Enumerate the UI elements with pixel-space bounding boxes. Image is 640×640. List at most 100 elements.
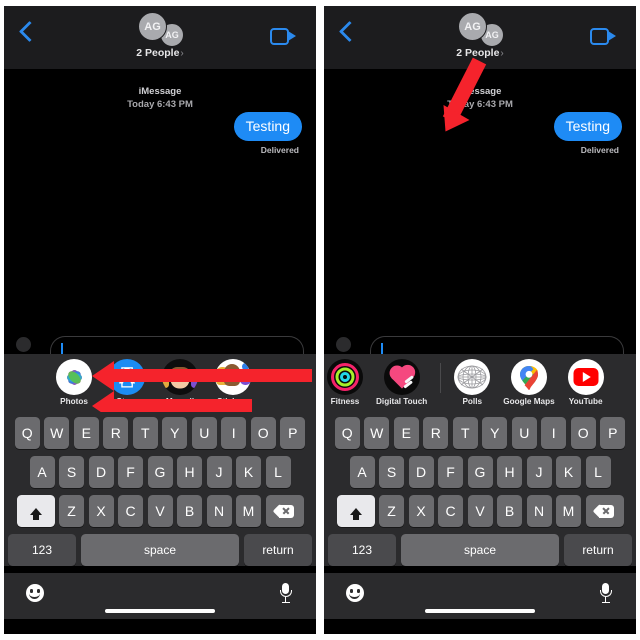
key-e[interactable]: E: [393, 417, 419, 449]
space-key[interactable]: space: [401, 534, 559, 566]
key-h[interactable]: H: [497, 456, 522, 488]
key-r[interactable]: R: [423, 417, 449, 449]
key-w[interactable]: W: [364, 417, 390, 449]
key-i[interactable]: I: [541, 417, 567, 449]
key-a[interactable]: A: [29, 456, 55, 488]
key-l[interactable]: L: [585, 456, 611, 488]
app-item-google-maps[interactable]: Google Maps: [503, 359, 555, 406]
participant-avatars[interactable]: AG AG: [324, 10, 636, 47]
key-x[interactable]: X: [88, 495, 114, 527]
key-u[interactable]: U: [191, 417, 217, 449]
return-key[interactable]: return: [244, 534, 312, 566]
key-m[interactable]: M: [556, 495, 581, 527]
app-label: YouTube: [568, 397, 603, 406]
compose-field[interactable]: [50, 336, 304, 354]
key-e[interactable]: E: [73, 417, 99, 449]
app-strip: Fitness Digital Touch Polls Google Maps …: [324, 354, 636, 412]
key-j[interactable]: J: [206, 456, 232, 488]
app-label: Fitness: [330, 397, 360, 406]
keyboard-row-4: 123 space return: [326, 534, 634, 566]
participant-avatars[interactable]: AG AG: [4, 10, 316, 47]
key-g[interactable]: G: [147, 456, 173, 488]
imessage-app-drawer[interactable]: Fitness Digital Touch Polls Google Maps …: [324, 354, 636, 412]
key-a[interactable]: A: [349, 456, 375, 488]
plus-apps-icon[interactable]: [336, 337, 351, 352]
youtube-icon: [567, 359, 604, 395]
key-i[interactable]: I: [221, 417, 247, 449]
backspace-delete-icon: [273, 504, 294, 518]
app-item-photos[interactable]: Photos: [56, 359, 92, 406]
key-f[interactable]: F: [118, 456, 143, 488]
numbers-key[interactable]: 123: [328, 534, 396, 566]
shift-key[interactable]: [336, 495, 375, 527]
key-s[interactable]: S: [379, 456, 404, 488]
key-o[interactable]: O: [570, 417, 596, 449]
delete-key[interactable]: [585, 495, 624, 527]
shift-key[interactable]: [16, 495, 55, 527]
key-w[interactable]: W: [44, 417, 70, 449]
microphone-icon[interactable]: [599, 583, 612, 604]
key-g[interactable]: G: [467, 456, 493, 488]
message-bubble[interactable]: Testing: [233, 112, 307, 141]
app-item-digital-touch[interactable]: Digital Touch: [376, 359, 427, 406]
participants-label-row[interactable]: 2 People›: [4, 47, 316, 59]
emoji-smiley-icon[interactable]: [346, 584, 364, 602]
key-d[interactable]: D: [88, 456, 114, 488]
key-v[interactable]: V: [467, 495, 493, 527]
key-m[interactable]: M: [236, 495, 261, 527]
on-screen-keyboard[interactable]: Q W E R T Y U I O P A S D F G H J K L Z …: [4, 412, 316, 566]
plus-apps-icon[interactable]: [16, 337, 31, 352]
key-z[interactable]: Z: [379, 495, 404, 527]
text-caret: [381, 343, 383, 354]
app-item-youtube[interactable]: YouTube: [567, 359, 604, 406]
key-f[interactable]: F: [438, 456, 463, 488]
key-q[interactable]: Q: [14, 417, 40, 449]
participants-label-row[interactable]: 2 People›: [324, 47, 636, 59]
app-item-polls[interactable]: Polls: [454, 359, 491, 406]
key-u[interactable]: U: [511, 417, 537, 449]
key-j[interactable]: J: [526, 456, 552, 488]
key-r[interactable]: R: [103, 417, 129, 449]
key-p[interactable]: P: [280, 417, 306, 449]
key-s[interactable]: S: [59, 456, 84, 488]
key-x[interactable]: X: [408, 495, 434, 527]
key-v[interactable]: V: [147, 495, 173, 527]
key-y[interactable]: Y: [162, 417, 188, 449]
text-caret: [61, 343, 63, 354]
app-label: Polls: [462, 397, 483, 406]
key-z[interactable]: Z: [59, 495, 84, 527]
keyboard-row-4: 123 space return: [6, 534, 314, 566]
key-h[interactable]: H: [177, 456, 202, 488]
space-key[interactable]: space: [81, 534, 239, 566]
key-l[interactable]: L: [265, 456, 291, 488]
key-c[interactable]: C: [118, 495, 143, 527]
key-o[interactable]: O: [250, 417, 276, 449]
imessage-app-drawer[interactable]: Photos  A Store: [4, 354, 316, 412]
key-n[interactable]: N: [526, 495, 552, 527]
numbers-key[interactable]: 123: [8, 534, 76, 566]
key-y[interactable]: Y: [482, 417, 508, 449]
keyboard-row-3: Z X C V B N M: [326, 495, 634, 527]
microphone-icon[interactable]: [279, 583, 292, 604]
compose-field[interactable]: [370, 336, 624, 354]
key-p[interactable]: P: [600, 417, 626, 449]
return-key[interactable]: return: [564, 534, 632, 566]
left-phone-screenshot: AG AG 2 People› iMessage Today 6:43 PM T…: [4, 6, 316, 634]
shift-up-arrow-icon: [29, 507, 42, 520]
key-k[interactable]: K: [556, 456, 581, 488]
key-t[interactable]: T: [132, 417, 158, 449]
key-t[interactable]: T: [452, 417, 478, 449]
key-b[interactable]: B: [177, 495, 202, 527]
key-b[interactable]: B: [497, 495, 522, 527]
participants-label: 2 People: [456, 47, 500, 59]
delete-key[interactable]: [265, 495, 304, 527]
key-q[interactable]: Q: [334, 417, 360, 449]
key-k[interactable]: K: [236, 456, 261, 488]
key-c[interactable]: C: [438, 495, 463, 527]
emoji-smiley-icon[interactable]: [26, 584, 44, 602]
key-d[interactable]: D: [408, 456, 434, 488]
app-item-fitness[interactable]: Fitness: [327, 359, 363, 406]
message-bubble[interactable]: Testing: [553, 112, 627, 141]
key-n[interactable]: N: [206, 495, 232, 527]
on-screen-keyboard[interactable]: Q W E R T Y U I O P A S D F G H J K L Z …: [324, 412, 636, 566]
